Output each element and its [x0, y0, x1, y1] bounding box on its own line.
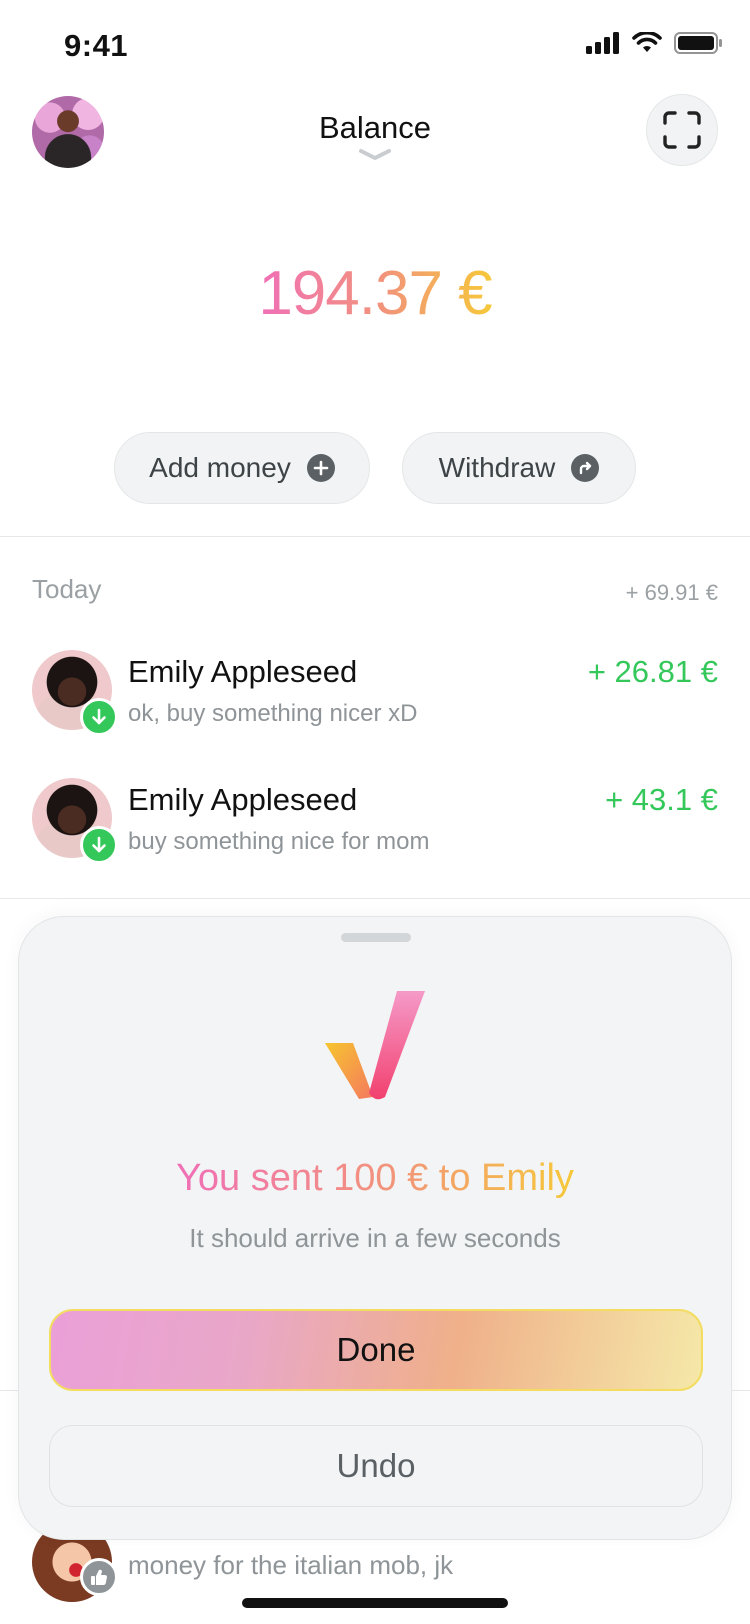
status-time: 9:41 [64, 28, 129, 63]
add-money-label: Add money [149, 452, 291, 483]
wifi-icon [632, 32, 662, 52]
transaction-amount: + 26.81 € [587, 654, 718, 689]
sheet-grabber[interactable] [341, 933, 411, 942]
add-money-button[interactable]: Add money [114, 432, 370, 504]
sheet-title: You sent 100 € to Emily [19, 1157, 731, 1200]
confirmation-sheet: You sent 100 € to Emily It should arrive… [18, 916, 732, 1540]
section-total: + 69.91 € [625, 580, 718, 605]
checkmark-icon [325, 991, 425, 1100]
status-bar: 9:41 [0, 0, 750, 90]
divider [0, 898, 750, 899]
transaction-row[interactable]: Emily Appleseed ok, buy something nicer … [32, 650, 718, 750]
section-header: Today + 69.91 € [32, 574, 718, 606]
header: Balance [0, 90, 750, 180]
redirect-arrow-icon [571, 454, 600, 482]
status-icons [586, 32, 722, 54]
scan-button[interactable] [646, 94, 718, 166]
done-button[interactable]: Done [49, 1309, 703, 1391]
undo-button[interactable]: Undo [49, 1425, 703, 1507]
signal-icon [586, 32, 619, 54]
transaction-note: ok, buy something nicer xD [128, 700, 418, 727]
withdraw-button[interactable]: Withdraw [402, 432, 636, 504]
plus-icon [306, 454, 335, 482]
balance-value: 194.37 € [258, 259, 492, 328]
home-indicator[interactable] [242, 1598, 508, 1608]
sheet-subtitle: It should arrive in a few seconds [189, 1223, 561, 1253]
contact-name: Emily Appleseed [128, 782, 358, 817]
section-label: Today [32, 574, 102, 604]
transaction-note: money for the italian mob, jk [128, 1550, 454, 1580]
scan-icon [663, 111, 701, 149]
incoming-arrow-icon [80, 826, 118, 864]
contact-name: Emily Appleseed [128, 654, 358, 689]
sheet-title-text: You sent 100 € to Emily [176, 1157, 574, 1199]
withdraw-label: Withdraw [438, 452, 556, 483]
thumbs-up-icon [80, 1558, 118, 1596]
transaction-note: buy something nice for mom [128, 828, 430, 855]
balance-actions: Add money Withdraw [0, 432, 750, 504]
page-title[interactable]: Balance [0, 110, 750, 146]
battery-icon [674, 32, 722, 54]
balance-amount: 194.37 € [0, 258, 750, 329]
transaction-amount: + 43.1 € [605, 782, 718, 817]
incoming-arrow-icon [80, 698, 118, 736]
divider [0, 536, 750, 537]
transaction-row[interactable]: Emily Appleseed buy something nice for m… [32, 778, 718, 878]
chevron-down-icon[interactable] [358, 148, 392, 162]
